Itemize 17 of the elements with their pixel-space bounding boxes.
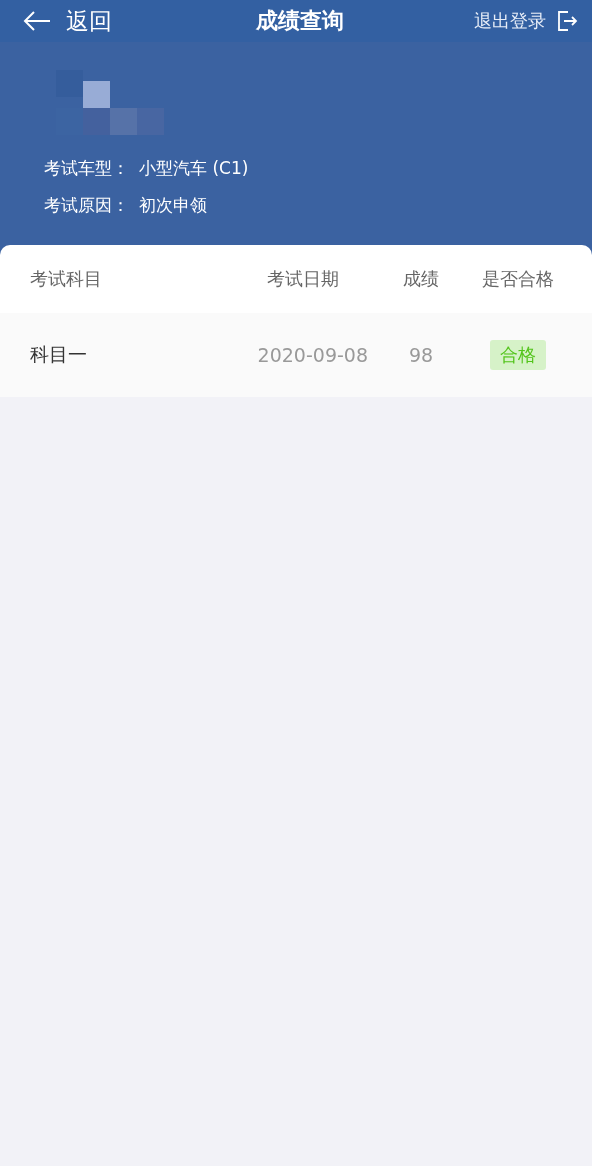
- table-cell-text: 98: [407, 344, 435, 366]
- column-header: 考试科目: [30, 267, 103, 291]
- column-header: 成绩: [402, 267, 440, 291]
- field-value: 初次申领: [139, 194, 207, 217]
- page-title: 成绩查询: [256, 7, 344, 35]
- result-badge: 合格: [490, 340, 546, 370]
- back-arrow-icon: [22, 10, 52, 32]
- logout-button[interactable]: 退出登录: [474, 9, 578, 33]
- field-value: 小型汽车 (C1): [139, 157, 249, 180]
- table-cell-text: 科目一: [30, 342, 88, 367]
- back-button[interactable]: 返回: [22, 5, 112, 37]
- column-header: 考试日期: [266, 267, 340, 291]
- field-label: 考试原因：: [44, 194, 129, 217]
- field-label: 考试车型：: [44, 157, 129, 180]
- column-header: 是否合格: [481, 267, 555, 291]
- table-cell-text: 2020-09-08: [256, 344, 369, 366]
- logout-icon: [556, 10, 578, 32]
